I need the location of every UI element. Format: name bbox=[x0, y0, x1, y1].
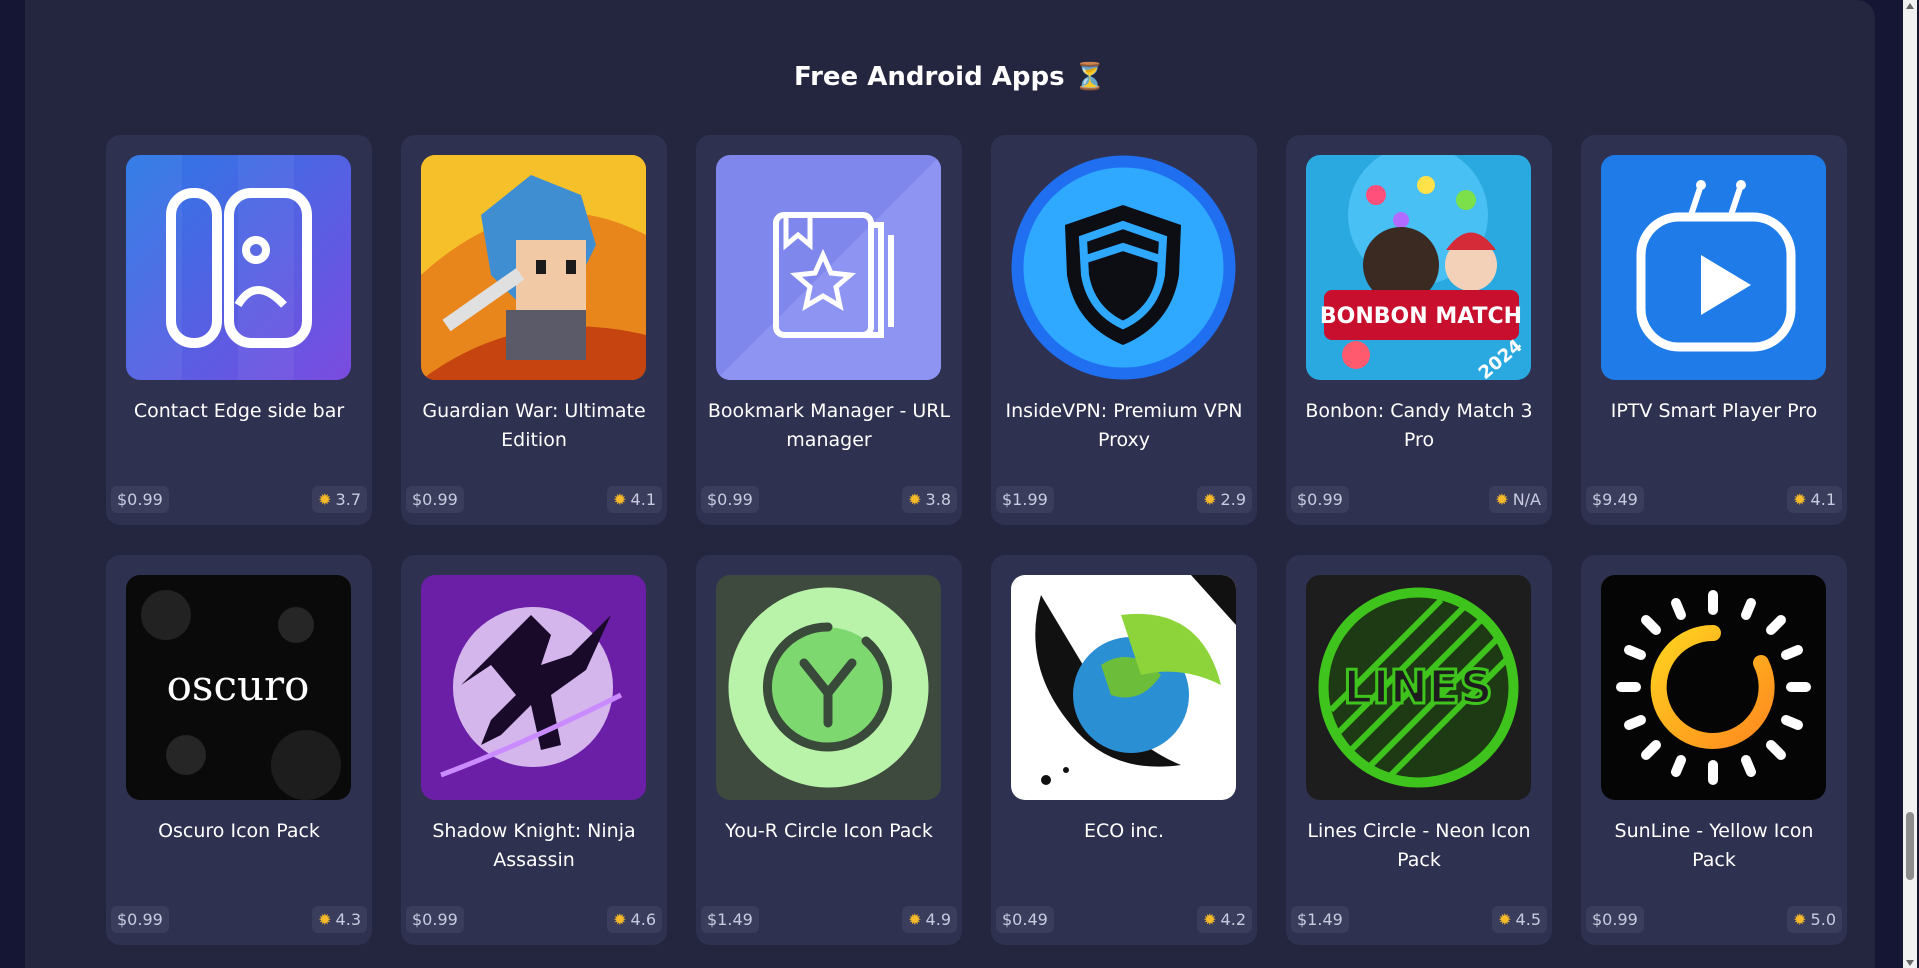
price-badge: $0.49 bbox=[996, 906, 1054, 933]
app-name[interactable]: Lines Circle - Neon Icon Pack bbox=[1296, 817, 1542, 875]
app-name[interactable]: SunLine - Yellow Icon Pack bbox=[1591, 817, 1837, 875]
you-r-circle-icon[interactable] bbox=[716, 575, 941, 800]
rating-value: 3.8 bbox=[925, 490, 951, 509]
app-name[interactable]: IPTV Smart Player Pro bbox=[1591, 397, 1837, 426]
price-badge: $0.99 bbox=[1291, 486, 1349, 513]
app-card[interactable]: IPTV Smart Player Pro $9.49 ✹ 4.1 bbox=[1581, 135, 1847, 525]
app-card[interactable]: Contact Edge side bar $0.99 ✹ 3.7 bbox=[106, 135, 372, 525]
rating-value: 4.6 bbox=[630, 910, 656, 929]
app-card[interactable]: Guardian War: Ultimate Edition $0.99 ✹ 4.… bbox=[401, 135, 667, 525]
price-badge: $0.99 bbox=[111, 486, 169, 513]
star-icon: ✹ bbox=[1793, 490, 1807, 509]
rating-value: 4.1 bbox=[1810, 490, 1836, 509]
app-grid: Contact Edge side bar $0.99 ✹ 3.7 Guardi… bbox=[106, 135, 1847, 945]
scrollbar-thumb[interactable] bbox=[1906, 812, 1914, 880]
star-icon: ✹ bbox=[908, 490, 922, 509]
star-icon: ✹ bbox=[318, 910, 332, 929]
star-icon: ✹ bbox=[318, 490, 332, 509]
star-icon: ✹ bbox=[1495, 490, 1509, 509]
oscuro-icon[interactable]: oscuro bbox=[126, 575, 351, 800]
app-card[interactable]: SunLine - Yellow Icon Pack $0.99 ✹ 5.0 bbox=[1581, 555, 1847, 945]
app-card[interactable]: LINES Lines Circle - Neon Icon Pack $1.4… bbox=[1286, 555, 1552, 945]
lines-circle-icon[interactable]: LINES bbox=[1306, 575, 1531, 800]
rating-value: 4.9 bbox=[925, 910, 951, 929]
sunline-icon[interactable] bbox=[1601, 575, 1826, 800]
price-badge: $0.99 bbox=[1586, 906, 1644, 933]
app-name[interactable]: Shadow Knight: Ninja Assassin bbox=[411, 817, 657, 875]
rating-badge: ✹ 4.1 bbox=[1787, 486, 1842, 513]
scroll-down-icon[interactable] bbox=[1906, 960, 1914, 966]
bonbon-icon[interactable]: BONBON MATCH 2024 bbox=[1306, 155, 1531, 380]
rating-value: 3.7 bbox=[335, 490, 361, 509]
app-card[interactable]: Bookmark Manager - URL manager $0.99 ✹ 3.… bbox=[696, 135, 962, 525]
app-name[interactable]: InsideVPN: Premium VPN Proxy bbox=[1001, 397, 1247, 455]
rating-badge: ✹ 4.3 bbox=[312, 906, 367, 933]
oscuro-logo-text: oscuro bbox=[167, 661, 310, 710]
guardian-war-icon[interactable] bbox=[421, 155, 646, 380]
rating-badge: ✹ 5.0 bbox=[1787, 906, 1842, 933]
rating-badge: ✹ 3.8 bbox=[902, 486, 957, 513]
app-name[interactable]: Guardian War: Ultimate Edition bbox=[411, 397, 657, 455]
price-badge: $1.49 bbox=[701, 906, 759, 933]
page-scrollbar[interactable] bbox=[1903, 0, 1917, 968]
star-icon: ✹ bbox=[1203, 490, 1217, 509]
rating-value: 4.1 bbox=[630, 490, 656, 509]
app-card[interactable]: BONBON MATCH 2024 Bonbon: Candy Match 3 … bbox=[1286, 135, 1552, 525]
rating-value: 2.9 bbox=[1220, 490, 1246, 509]
bookmark-manager-icon[interactable] bbox=[716, 155, 941, 380]
rating-value: N/A bbox=[1512, 490, 1541, 509]
insidevpn-icon[interactable] bbox=[1011, 155, 1236, 380]
bonbon-logo-text: BONBON MATCH bbox=[1320, 304, 1522, 329]
app-card[interactable]: ECO inc. $0.49 ✹ 4.2 bbox=[991, 555, 1257, 945]
price-badge: $1.99 bbox=[996, 486, 1054, 513]
price-badge: $9.49 bbox=[1586, 486, 1644, 513]
app-name[interactable]: You-R Circle Icon Pack bbox=[706, 817, 952, 846]
app-card[interactable]: InsideVPN: Premium VPN Proxy $1.99 ✹ 2.9 bbox=[991, 135, 1257, 525]
apps-panel: Free Android Apps ⏳ Contact Edge side ba… bbox=[25, 0, 1875, 968]
section-title: Free Android Apps ⏳ bbox=[794, 62, 1106, 92]
star-icon: ✹ bbox=[1498, 910, 1512, 929]
price-badge: $1.49 bbox=[1291, 906, 1349, 933]
scroll-up-icon[interactable] bbox=[1906, 3, 1914, 9]
app-card[interactable]: oscuro Oscuro Icon Pack $0.99 ✹ 4.3 bbox=[106, 555, 372, 945]
rating-value: 4.3 bbox=[335, 910, 361, 929]
price-badge: $0.99 bbox=[701, 486, 759, 513]
rating-badge: ✹ 3.7 bbox=[312, 486, 367, 513]
lines-logo-text: LINES bbox=[1343, 660, 1492, 714]
rating-badge: ✹ N/A bbox=[1489, 486, 1547, 513]
app-name[interactable]: Bookmark Manager - URL manager bbox=[706, 397, 952, 455]
rating-badge: ✹ 4.9 bbox=[902, 906, 957, 933]
price-badge: $0.99 bbox=[111, 906, 169, 933]
shadow-knight-icon[interactable] bbox=[421, 575, 646, 800]
contact-edge-icon[interactable] bbox=[126, 155, 351, 380]
star-icon: ✹ bbox=[1203, 910, 1217, 929]
app-name[interactable]: Oscuro Icon Pack bbox=[116, 817, 362, 846]
rating-badge: ✹ 2.9 bbox=[1197, 486, 1252, 513]
rating-badge: ✹ 4.6 bbox=[607, 906, 662, 933]
app-name[interactable]: ECO inc. bbox=[1001, 817, 1247, 846]
price-badge: $0.99 bbox=[406, 486, 464, 513]
rating-value: 4.2 bbox=[1220, 910, 1246, 929]
app-name[interactable]: Contact Edge side bar bbox=[116, 397, 362, 426]
star-icon: ✹ bbox=[613, 490, 627, 509]
app-card[interactable]: You-R Circle Icon Pack $1.49 ✹ 4.9 bbox=[696, 555, 962, 945]
app-name[interactable]: Bonbon: Candy Match 3 Pro bbox=[1296, 397, 1542, 455]
star-icon: ✹ bbox=[613, 910, 627, 929]
app-card[interactable]: Shadow Knight: Ninja Assassin $0.99 ✹ 4.6 bbox=[401, 555, 667, 945]
rating-badge: ✹ 4.2 bbox=[1197, 906, 1252, 933]
eco-inc-icon[interactable] bbox=[1011, 575, 1236, 800]
rating-badge: ✹ 4.5 bbox=[1492, 906, 1547, 933]
star-icon: ✹ bbox=[1793, 910, 1807, 929]
iptv-player-icon[interactable] bbox=[1601, 155, 1826, 380]
rating-badge: ✹ 4.1 bbox=[607, 486, 662, 513]
price-badge: $0.99 bbox=[406, 906, 464, 933]
star-icon: ✹ bbox=[908, 910, 922, 929]
rating-value: 5.0 bbox=[1810, 910, 1836, 929]
rating-value: 4.5 bbox=[1515, 910, 1541, 929]
